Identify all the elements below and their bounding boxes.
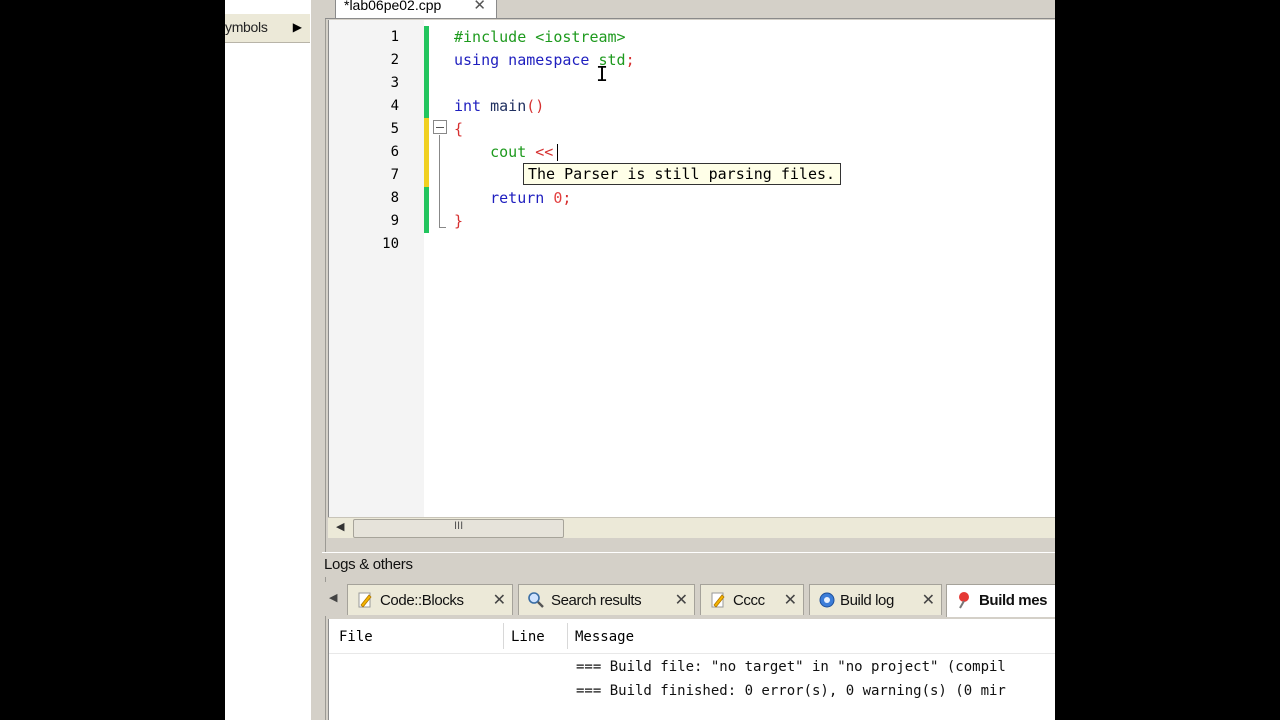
editor-tabbar: *lab06pe02.cpp ✕ bbox=[325, 0, 1055, 19]
scrollbar-thumb[interactable]: III bbox=[353, 519, 564, 538]
line-number: 5 bbox=[390, 121, 399, 137]
code-line-6: cout << bbox=[454, 141, 635, 164]
tab-codeblocks[interactable]: Code::Blocks ✕ bbox=[347, 584, 513, 615]
fold-collapse-icon[interactable] bbox=[433, 120, 447, 134]
message-row[interactable]: === Build file: "no target" in "no proje… bbox=[576, 659, 1006, 675]
symbols-tab-label: ymbols bbox=[225, 19, 268, 35]
file-tab[interactable]: *lab06pe02.cpp ✕ bbox=[335, 0, 497, 18]
tabs-scroll-left-icon[interactable]: ◀ bbox=[329, 591, 337, 604]
symbols-tab[interactable]: ymbols ▶ bbox=[225, 14, 310, 43]
code-editor[interactable]: 1 2 3 4 5 6 7 8 9 10 #include <iostream> using na… bbox=[328, 20, 1055, 518]
logs-panel-title: Logs & others bbox=[322, 552, 1055, 577]
change-marker-unsaved bbox=[424, 118, 429, 187]
tab-label: Search results bbox=[551, 592, 642, 609]
logs-tabbar: ◀ Code::Blocks ✕ Search results ✕ Cccc ✕ bbox=[325, 582, 1055, 617]
fold-line bbox=[439, 135, 440, 228]
code-text: #include <iostream> using namespace std;… bbox=[454, 26, 635, 256]
line-number: 2 bbox=[390, 52, 399, 68]
tab-label: Build mes bbox=[979, 592, 1048, 609]
gear-icon bbox=[819, 592, 835, 608]
tab-search-results[interactable]: Search results ✕ bbox=[518, 584, 695, 615]
tab-scroll-right-icon[interactable]: ▶ bbox=[293, 20, 302, 34]
build-messages-list[interactable]: File Line Message === Build file: "no ta… bbox=[328, 619, 1055, 720]
messages-header: File Line Message bbox=[329, 619, 1055, 654]
close-tab-icon[interactable]: ✕ bbox=[473, 0, 486, 14]
code-line-9: } bbox=[454, 212, 464, 230]
line-number: 4 bbox=[390, 98, 399, 114]
parser-tooltip: The Parser is still parsing files. bbox=[523, 163, 842, 185]
tab-label: Build log bbox=[840, 592, 894, 609]
message-row[interactable]: === Build finished: 0 error(s), 0 warnin… bbox=[576, 683, 1006, 699]
code-line-4: int main() bbox=[454, 97, 545, 115]
column-header-line[interactable]: Line bbox=[511, 629, 545, 645]
tab-build-log[interactable]: Build log ✕ bbox=[809, 584, 942, 615]
column-header-message[interactable]: Message bbox=[575, 629, 634, 645]
line-number: 8 bbox=[390, 190, 399, 206]
scroll-left-icon[interactable]: ◀ bbox=[336, 520, 344, 533]
text-caret bbox=[557, 144, 559, 161]
tab-label: Code::Blocks bbox=[380, 592, 464, 609]
close-tab-icon[interactable]: ✕ bbox=[922, 590, 935, 610]
line-number: 10 bbox=[382, 236, 399, 252]
ibeam-cursor-icon: I bbox=[596, 62, 609, 86]
line-number-gutter: 1 2 3 4 5 6 7 8 9 10 bbox=[329, 20, 424, 518]
close-tab-icon[interactable]: ✕ bbox=[493, 590, 506, 610]
symbols-panel: ymbols ▶ bbox=[225, 0, 311, 720]
fold-margin bbox=[430, 20, 452, 518]
tab-label: Cccc bbox=[733, 592, 765, 609]
line-numbers: 1 2 3 4 5 6 7 8 9 10 bbox=[329, 26, 399, 256]
code-line-1: #include <iostream> bbox=[454, 28, 626, 46]
line-number: 6 bbox=[390, 144, 399, 160]
change-marker-saved bbox=[424, 187, 429, 233]
pin-icon bbox=[959, 592, 969, 609]
magnifier-icon bbox=[528, 592, 544, 608]
column-header-file[interactable]: File bbox=[339, 629, 373, 645]
code-line-5: { bbox=[454, 120, 464, 138]
line-number: 9 bbox=[390, 213, 399, 229]
file-tab-name: *lab06pe02.cpp bbox=[344, 0, 442, 13]
tab-build-messages[interactable]: Build mes bbox=[946, 584, 1055, 617]
code-line-8: return 0; bbox=[490, 189, 572, 207]
tab-cccc[interactable]: Cccc ✕ bbox=[700, 584, 804, 615]
logs-title-label: Logs & others bbox=[324, 556, 413, 573]
horizontal-scrollbar[interactable]: ◀ III bbox=[328, 517, 1055, 538]
fold-end bbox=[439, 227, 446, 228]
pencil-icon bbox=[358, 592, 372, 608]
close-tab-icon[interactable]: ✕ bbox=[784, 590, 797, 610]
scroll-grip: III bbox=[454, 520, 464, 532]
line-number: 7 bbox=[390, 167, 399, 183]
change-marker-saved bbox=[424, 26, 429, 118]
codeblocks-window: ymbols ▶ *lab06pe02.cpp ✕ 1 2 3 4 5 6 7 8 9 10 #i… bbox=[225, 0, 1055, 720]
line-number: 3 bbox=[390, 75, 399, 91]
close-tab-icon[interactable]: ✕ bbox=[675, 590, 688, 610]
pencil-icon bbox=[711, 592, 725, 608]
line-number: 1 bbox=[390, 29, 399, 45]
panel-splitter[interactable] bbox=[310, 0, 326, 720]
